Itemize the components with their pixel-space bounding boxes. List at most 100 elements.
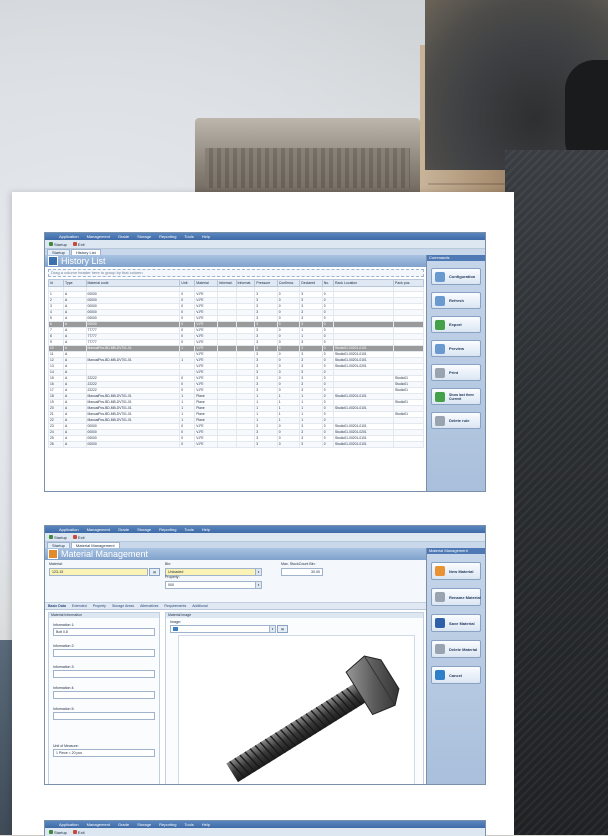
menu-item[interactable]: Grade xyxy=(118,822,129,827)
menu-item[interactable]: Application xyxy=(59,527,79,532)
startup-icon xyxy=(49,535,53,539)
tab-storage-areas[interactable]: Storage Areas xyxy=(112,604,134,608)
column-header[interactable]: Material xyxy=(194,279,218,287)
menu-item[interactable]: Reporting xyxy=(159,822,176,827)
menu-item[interactable]: Grade xyxy=(118,234,129,239)
new-material-button[interactable]: New Material xyxy=(431,562,481,580)
delete-rule-button[interactable]: Delete rule xyxy=(431,412,481,429)
column-header[interactable]: Informat. xyxy=(235,279,256,287)
column-header[interactable]: Unit xyxy=(179,279,196,287)
cancel-button[interactable]: Cancel xyxy=(431,666,481,684)
tab-property[interactable]: Property xyxy=(93,604,106,608)
chevron-down-icon[interactable]: ▾ xyxy=(255,581,262,589)
material-sidebar: Material Management New Material Rename … xyxy=(426,548,485,784)
info-1-input[interactable]: Bolt 0.8 xyxy=(53,628,155,636)
print-button[interactable]: Print xyxy=(431,364,481,381)
tab-alternatives[interactable]: Alternatives xyxy=(140,604,158,608)
property-select[interactable]: 000 xyxy=(165,581,257,589)
exit-button[interactable]: Exit xyxy=(72,242,85,247)
exit-button[interactable]: Exit xyxy=(72,830,85,835)
info-5-input[interactable] xyxy=(53,712,155,720)
rename-material-button[interactable]: Rename Material xyxy=(431,588,481,606)
chevron-down-icon[interactable]: ▾ xyxy=(269,625,276,633)
column-header[interactable]: Type xyxy=(63,279,87,287)
material-information-pane: Material Information Information 1: Bolt… xyxy=(48,612,160,784)
material-icon xyxy=(48,549,58,559)
bolt-image xyxy=(226,655,400,783)
show-last-three-button[interactable]: Show last three Current xyxy=(431,388,481,405)
startup-button[interactable]: Startup xyxy=(49,830,67,835)
table-cell xyxy=(393,441,424,448)
menu-item[interactable]: Storage xyxy=(137,234,151,239)
export-icon xyxy=(435,319,445,330)
save-material-button[interactable]: Save Material xyxy=(431,614,481,632)
group-by-area[interactable]: Drag a column header here to group by th… xyxy=(48,269,424,277)
material-image xyxy=(178,635,415,784)
exit-icon xyxy=(72,535,77,539)
material-input[interactable]: 123-15 xyxy=(49,568,148,576)
toolbar: Startup Exit xyxy=(45,240,485,249)
menu-item[interactable]: Help xyxy=(202,234,210,239)
menu-item[interactable]: Storage xyxy=(137,527,151,532)
column-header[interactable]: No. xyxy=(321,279,335,287)
material-label: Material: xyxy=(49,562,63,566)
menu-item[interactable]: Application xyxy=(59,822,79,827)
menu-item[interactable]: Grade xyxy=(118,527,129,532)
menu-item[interactable]: Help xyxy=(202,822,210,827)
column-header[interactable]: Pressure xyxy=(254,279,278,287)
menu-item[interactable]: Tools xyxy=(184,527,193,532)
refresh-icon xyxy=(435,295,445,306)
startup-button[interactable]: Startup xyxy=(49,242,67,247)
menu-item[interactable]: Help xyxy=(202,527,210,532)
column-header[interactable]: Pack pos. xyxy=(393,279,424,287)
image-select[interactable] xyxy=(170,625,270,633)
menu-item[interactable]: Management xyxy=(87,822,110,827)
column-header[interactable]: Id xyxy=(48,279,64,287)
configuration-button[interactable]: Configuration xyxy=(431,268,481,285)
refresh-button[interactable]: Refresh xyxy=(431,292,481,309)
table-cell: 00000 xyxy=(85,441,181,448)
column-header[interactable]: Informat. xyxy=(216,279,237,287)
material-browse-button[interactable]: ▤ xyxy=(149,568,160,576)
column-header[interactable]: Declared xyxy=(299,279,323,287)
max-stock-label: Max. StockCount Bin: xyxy=(281,562,316,566)
delete-material-button[interactable]: Delete Material xyxy=(431,640,481,658)
info-4-input[interactable] xyxy=(53,691,155,699)
tab-additional[interactable]: Additional xyxy=(192,604,207,608)
exit-button[interactable]: Exit xyxy=(72,535,85,540)
preview-icon xyxy=(435,343,445,354)
menu-item[interactable]: Tools xyxy=(184,822,193,827)
menu-bar: Application Management Grade Storage Rep… xyxy=(45,526,485,533)
menu-item[interactable]: Application xyxy=(59,234,79,239)
unit-input[interactable]: 1 Piece = 20 pcs xyxy=(53,749,155,757)
image-browse-button[interactable]: ▤ xyxy=(277,625,288,633)
column-header[interactable]: Rack Location xyxy=(333,279,394,287)
menu-item[interactable]: Reporting xyxy=(159,527,176,532)
tab-extended[interactable]: Extended xyxy=(72,604,87,608)
table-row[interactable]: 26 A 00000 0 V-FE 3 0 3 0 Studio01-00201-0101 xyxy=(48,441,424,448)
preview-button[interactable]: Preview xyxy=(431,340,481,357)
material-management-window: Application Management Grade Storage Rep… xyxy=(44,525,486,785)
column-header[interactable]: Confirma. xyxy=(276,279,301,287)
tab-basic-data[interactable]: Basic Data xyxy=(48,604,66,608)
info-2-input[interactable] xyxy=(53,649,155,657)
table-cell xyxy=(235,441,256,448)
menu-item[interactable]: Storage xyxy=(137,822,151,827)
tab-requirements[interactable]: Requirements xyxy=(164,604,186,608)
third-window: Application Management Grade Storage Rep… xyxy=(44,820,486,836)
menu-item[interactable]: Management xyxy=(87,234,110,239)
export-button[interactable]: Export xyxy=(431,316,481,333)
menu-item[interactable]: Tools xyxy=(184,234,193,239)
menu-item[interactable]: Management xyxy=(87,527,110,532)
exit-icon xyxy=(72,242,77,246)
menu-item[interactable]: Reporting xyxy=(159,234,176,239)
material-subtabs: Basic Data Extended Property Storage Are… xyxy=(45,603,427,610)
max-stock-input[interactable]: 30.00 xyxy=(281,568,323,576)
grid-header-row: Id Type Material code Unit Material Informat.… xyxy=(48,279,424,287)
refresh-list-icon xyxy=(435,391,445,402)
startup-button[interactable]: Startup xyxy=(49,535,67,540)
column-header[interactable]: Material code xyxy=(85,279,181,287)
startup-icon xyxy=(49,242,53,246)
chevron-down-icon[interactable]: ▾ xyxy=(255,568,262,576)
info-3-input[interactable] xyxy=(53,670,155,678)
